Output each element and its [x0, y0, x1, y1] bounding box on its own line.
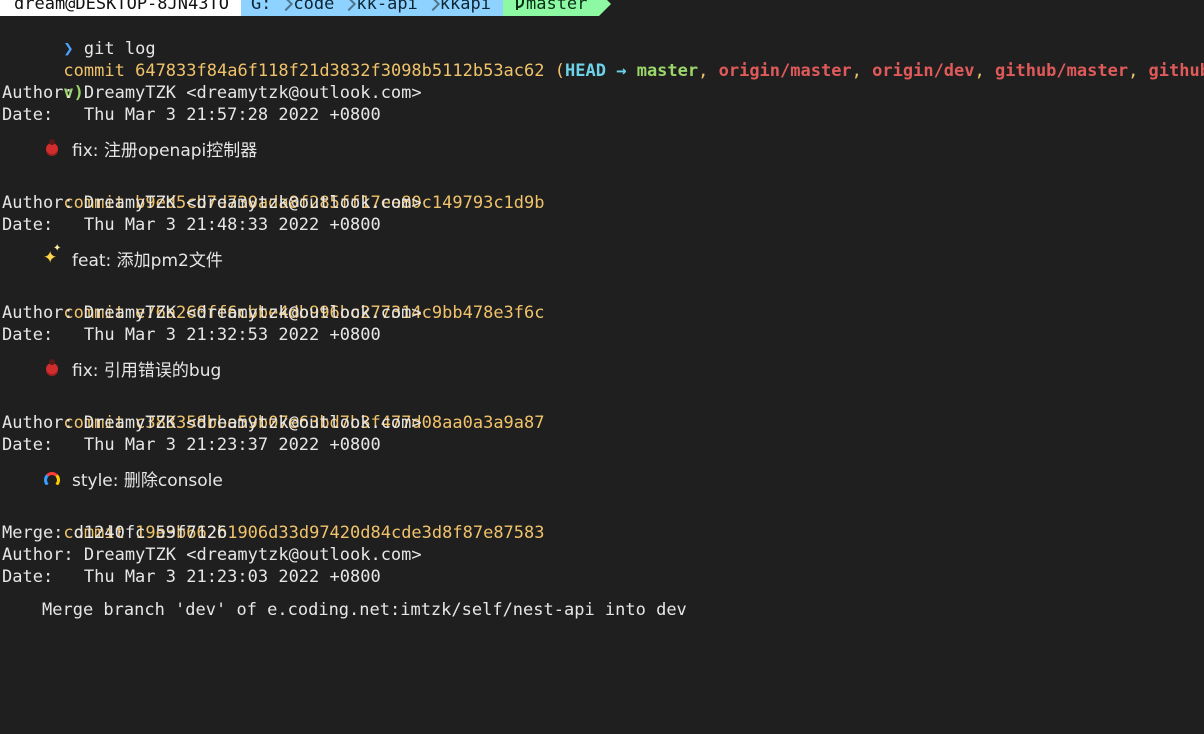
commit-label: commit — [63, 61, 125, 81]
merge-line: Merge: d1240fc 59f7126 — [2, 523, 228, 543]
date-line: Date: Thu Mar 3 21:23:03 2022 +0800 — [2, 567, 381, 587]
chevron-right-icon — [342, 0, 357, 12]
author-line: Author: DreamyTZK <dreamytzk@outlook.com… — [2, 303, 422, 323]
command-text: git log — [83, 39, 156, 59]
bug-icon — [42, 358, 62, 378]
author-line: Author: DreamyTZK <dreamytzk@outlook.com… — [2, 413, 422, 433]
commit-message: Merge branch 'dev' of e.coding.net:imtzk… — [42, 600, 687, 620]
commit-line: commit e76a260ff6cbbe4db996bc277314c9bb4… — [2, 280, 1204, 323]
shell-prompt-bar: dream@DESKTOP-8JN43TO G: code kk-api kka… — [0, 0, 612, 16]
commit-message: fix: 引用错误的bug — [72, 360, 222, 381]
bug-icon — [42, 138, 62, 158]
ref-remote-origin-master: origin/master — [718, 61, 852, 81]
ref-head: HEAD — [565, 61, 606, 81]
prompt-path-folder-kk-api: kk-api — [356, 0, 418, 14]
date-line: Date: Thu Mar 3 21:48:33 2022 +0800 — [2, 215, 381, 235]
commit-message: feat: 添加pm2文件 — [72, 250, 223, 271]
author-line: Author: DreamyTZK <dreamytzk@outlook.com… — [2, 83, 422, 103]
commit-message-row: fix: 引用错误的bug — [2, 346, 1204, 390]
commit-line: commit 19e3b662b1906d33d97420d84cde3d8f8… — [2, 500, 1204, 543]
commit-message-row: feat: 添加pm2文件 — [2, 236, 1204, 280]
commit-message-row: Merge branch 'dev' of e.coding.net:imtzk… — [2, 588, 1204, 632]
git-branch-icon — [513, 0, 524, 11]
prompt-path-folder-code: code — [293, 0, 335, 14]
commit-message-row: fix: 注册openapi控制器 — [2, 126, 1204, 170]
command-line: ❯ git log — [2, 16, 1204, 59]
commit-message-row: style: 删除console — [2, 456, 1204, 500]
prompt-branch-segment: master — [502, 0, 612, 16]
commit-hash: 647833f84a6f118f21d3832f3098b5112b53ac62 — [135, 61, 545, 81]
rainbow-icon — [42, 468, 62, 488]
ref-remote-github-dev: github/dev — [1148, 61, 1204, 81]
prompt-path-folder-kkapi: kkapi — [439, 0, 491, 14]
commit-line: commit b9ed5cb7d730ada8f285ff17ee80c1497… — [2, 170, 1204, 213]
refs-open-paren: ( — [554, 61, 565, 81]
commit-line: commit 647833f84a6f118f21d3832f3098b5112… — [2, 38, 1204, 81]
prompt-user-host: dream@DESKTOP-8JN43TO — [14, 0, 229, 14]
terminal-output[interactable]: ❯ git log commit 647833f84a6f118f21d3832… — [2, 16, 1204, 632]
prompt-chevron-icon: ❯ — [63, 39, 74, 59]
author-line: Author: DreamyTZK <dreamytzk@outlook.com… — [2, 193, 422, 213]
ref-arrow: → — [616, 61, 627, 81]
date-line: Date: Thu Mar 3 21:23:37 2022 +0800 — [2, 435, 381, 455]
commit-message: fix: 注册openapi控制器 — [72, 140, 258, 161]
terminal-window[interactable]: dream@DESKTOP-8JN43TO G: code kk-api kka… — [0, 0, 1204, 734]
commit-line: commit c383358bbe59b07e63bd7b3f477d08aa0… — [2, 390, 1204, 433]
chevron-right-icon — [279, 0, 294, 12]
author-line: Author: DreamyTZK <dreamytzk@outlook.com… — [2, 545, 422, 565]
ref-remote-origin-dev: origin/dev — [872, 61, 975, 81]
chevron-right-icon — [425, 0, 440, 12]
prompt-user-host-segment: dream@DESKTOP-8JN43TO — [0, 0, 253, 16]
ref-remote-github-master: github/master — [995, 61, 1129, 81]
commit-message: style: 删除console — [72, 470, 223, 491]
sparkles-icon — [42, 243, 62, 268]
ref-local-master: master — [636, 61, 699, 81]
prompt-path-segment: G: code kk-api kkapi — [240, 0, 516, 16]
prompt-branch-name: master — [525, 0, 588, 14]
date-line: Date: Thu Mar 3 21:32:53 2022 +0800 — [2, 325, 381, 345]
date-line: Date: Thu Mar 3 21:57:28 2022 +0800 — [2, 105, 381, 125]
prompt-path-drive: G: — [250, 0, 272, 14]
